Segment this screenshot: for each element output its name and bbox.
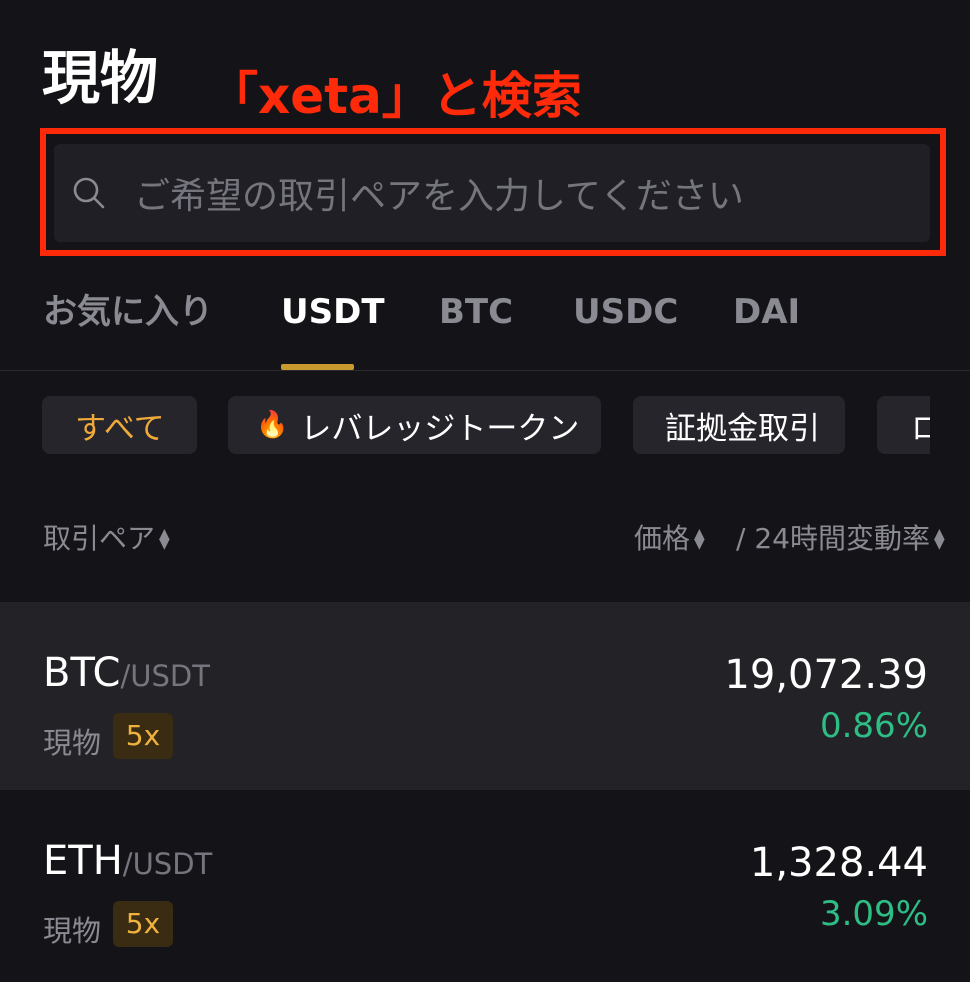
leverage-badge: 5x [113,901,173,947]
filter-all-label: すべて [75,410,165,447]
fire-icon: 🔥 [256,410,289,440]
filter-leveraged-tokens[interactable]: 🔥 レバレッジトークン [228,396,601,454]
market-type: 現物 [43,726,102,760]
search-icon [72,173,112,213]
market-type: 現物 [43,914,102,948]
column-header-price[interactable]: 価格 ▲ ▼ [634,520,705,558]
column-header-change[interactable]: / 24時間変動率 ▲ ▼ [736,520,945,558]
filter-more[interactable]: ロ [877,396,930,454]
sort-icon: ▲ ▼ [933,526,945,552]
search-placeholder: ご希望の取引ペアを入力してください [134,176,744,217]
tab-btc[interactable]: BTC [439,290,513,334]
last-price: 19,072.39 [724,652,928,698]
column-change-label: / 24時間変動率 [736,522,930,555]
quote-tabs: お気に入り USDT BTC USDC DAI [0,280,970,371]
pair-name: ETH/USDT [43,838,212,884]
tab-usdt[interactable]: USDT [281,290,385,334]
active-tab-indicator [281,364,354,370]
spot-market-screen: 現物 「xeta」と検索 ご希望の取引ペアを入力してください お気に入り USD… [0,0,970,982]
base-asset: BTC [43,650,121,696]
quote-asset: /USDT [120,659,210,693]
tab-dai[interactable]: DAI [733,290,800,334]
filter-margin[interactable]: 証拠金取引 [633,396,845,454]
table-row[interactable]: ETH/USDT 現物 5x 1,328.44 3.09% [0,790,970,978]
column-price-label: 価格 [634,522,691,555]
filter-margin-label: 証拠金取引 [665,410,820,447]
filter-all[interactable]: すべて [42,396,197,454]
tab-favorites[interactable]: お気に入り [43,290,213,334]
column-header-pair[interactable]: 取引ペア ▲ ▼ [43,520,170,558]
last-price: 1,328.44 [749,840,928,886]
change-percent: 0.86% [819,706,928,746]
search-input[interactable]: ご希望の取引ペアを入力してください [54,144,930,242]
change-percent: 3.09% [819,894,928,934]
leverage-badge: 5x [113,713,173,759]
column-pair-label: 取引ペア [43,522,156,555]
pair-name: BTC/USDT [43,650,210,696]
base-asset: ETH [43,838,123,884]
filter-more-label: ロ [911,410,930,447]
search-annotation: 「xeta」と検索 [208,67,582,125]
sort-icon: ▲ ▼ [694,526,705,552]
page-title: 現物 [42,44,159,112]
filter-leveraged-label: レバレッジトークン [300,410,580,447]
quote-asset: /USDT [122,847,213,881]
table-row[interactable]: BTC/USDT 現物 5x 19,072.39 0.86% [0,602,970,790]
sort-icon: ▲ ▼ [159,526,170,552]
filter-chips: すべて 🔥 レバレッジトークン 証拠金取引 ロ [0,396,930,456]
tab-usdc[interactable]: USDC [573,290,678,334]
